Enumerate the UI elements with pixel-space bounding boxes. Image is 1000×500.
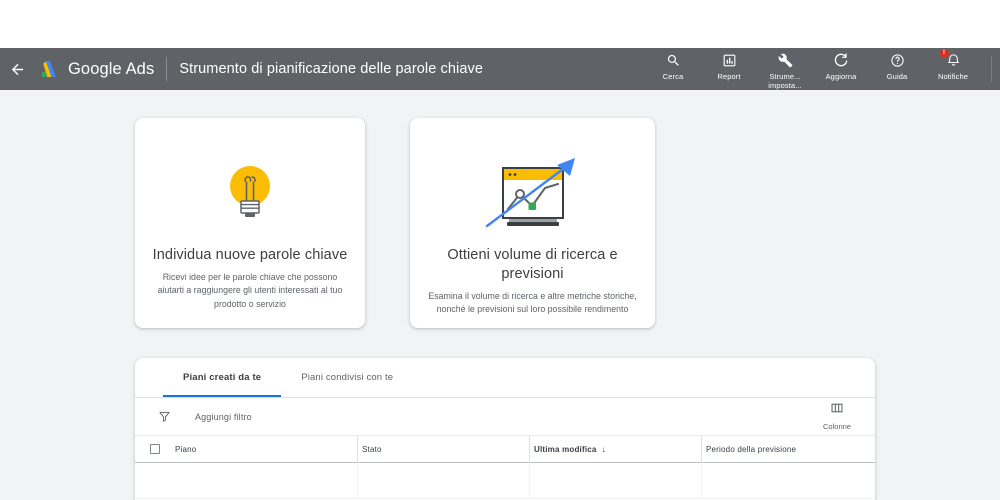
plans-tabs: Piani creati da te Piani condivisi con t… xyxy=(135,358,875,398)
toolbar-label-refresh: Aggiorna xyxy=(825,72,857,81)
filter-funnel-icon[interactable] xyxy=(151,410,177,423)
help-circle-icon xyxy=(890,52,905,69)
app-header-bar: Google Ads Strumento di pianificazione d… xyxy=(0,48,1000,90)
back-button[interactable] xyxy=(0,48,34,90)
card-discover-new-keywords[interactable]: Individua nuove parole chiave Ricevi ide… xyxy=(135,118,365,328)
card-title: Ottieni volume di ricerca e previsioni xyxy=(447,247,618,282)
toolbar-item-tools-settings[interactable]: Strume... imposta... xyxy=(757,52,813,91)
filter-bar: Aggiungi filtro Colonne xyxy=(135,398,875,436)
column-header-label: Stato xyxy=(362,444,382,454)
column-header-label: Piano xyxy=(175,444,197,454)
column-divider xyxy=(357,463,358,499)
action-cards: Individua nuove parole chiave Ricevi ide… xyxy=(135,118,655,328)
header-toolbar: Cerca Report Strume... imposta... Aggior… xyxy=(645,48,1000,90)
content-area: Individua nuove parole chiave Ricevi ide… xyxy=(0,90,1000,500)
toolbar-item-help[interactable]: Guida xyxy=(869,52,925,81)
search-icon xyxy=(666,52,681,69)
columns-label: Colonne xyxy=(823,422,851,431)
column-header-ultima-modifica[interactable]: Ultima modifica ↓ xyxy=(522,436,694,463)
plans-panel: Piani creati da te Piani condivisi con t… xyxy=(135,358,875,500)
report-chart-icon xyxy=(722,52,737,69)
sort-descending-icon: ↓ xyxy=(601,444,606,454)
checkbox-box xyxy=(150,444,160,454)
refresh-icon xyxy=(833,52,849,69)
table-row[interactable] xyxy=(135,463,875,499)
tab-label: Piani creati da te xyxy=(183,372,262,383)
toolbar-divider xyxy=(991,56,992,82)
wrench-tools-icon xyxy=(778,52,793,69)
column-header-periodo-previsione[interactable]: Periodo della previsione xyxy=(694,436,864,463)
card-title: Individua nuove parole chiave xyxy=(152,247,348,263)
toolbar-item-report[interactable]: Report xyxy=(701,52,757,81)
notifications-badge: ! xyxy=(939,49,949,58)
column-divider xyxy=(529,463,530,499)
keyword-planner-page: Google Ads Strumento di pianificazione d… xyxy=(0,0,1000,500)
header-divider xyxy=(166,57,168,81)
arrow-left-icon xyxy=(9,61,26,78)
tab-plans-shared-with-you[interactable]: Piani condivisi con te xyxy=(281,358,413,397)
column-header-piano[interactable]: Piano xyxy=(175,436,350,463)
brand-name: Google Ads xyxy=(68,59,155,78)
column-header-label: Periodo della previsione xyxy=(706,444,797,454)
brand-link[interactable]: Google Ads xyxy=(34,59,154,79)
toolbar-item-notifications[interactable]: ! Notifiche xyxy=(925,49,981,81)
column-divider xyxy=(701,463,702,499)
tab-plans-created-by-you[interactable]: Piani creati da te xyxy=(163,358,282,397)
column-header-label: Ultima modifica xyxy=(534,444,597,454)
notifications-bell-icon: ! xyxy=(939,49,961,69)
google-ads-logo-icon xyxy=(38,59,60,79)
column-header-stato[interactable]: Stato xyxy=(350,436,522,463)
toolbar-label-notifications: Notifiche xyxy=(937,72,969,81)
toolbar-label-search: Cerca xyxy=(662,72,684,81)
forecast-chart-window-icon xyxy=(479,148,587,240)
columns-button[interactable]: Colonne xyxy=(809,401,865,431)
lightbulb-icon xyxy=(221,148,279,240)
table-header-row: Piano Stato Ultima modifica ↓ Periodo de… xyxy=(135,436,875,463)
columns-icon xyxy=(830,401,844,420)
card-description: Ricevi idee per le parole chiave che pos… xyxy=(157,271,343,310)
card-search-volume-forecasts[interactable]: Ottieni volume di ricerca e previsioni E… xyxy=(410,118,655,328)
toolbar-label-tools-settings: Strume... imposta... xyxy=(768,72,802,91)
page-title: Strumento di pianificazione delle parole… xyxy=(179,61,484,77)
tab-label: Piani condivisi con te xyxy=(301,372,394,383)
toolbar-item-search[interactable]: Cerca xyxy=(645,52,701,81)
add-filter-button[interactable]: Aggiungi filtro xyxy=(195,412,252,422)
toolbar-item-refresh[interactable]: Aggiorna xyxy=(813,52,869,81)
toolbar-label-report: Report xyxy=(717,72,741,81)
toolbar-label-help: Guida xyxy=(886,72,908,81)
card-description: Esamina il volume di ricerca e altre met… xyxy=(428,290,637,315)
select-all-checkbox[interactable] xyxy=(135,436,175,463)
